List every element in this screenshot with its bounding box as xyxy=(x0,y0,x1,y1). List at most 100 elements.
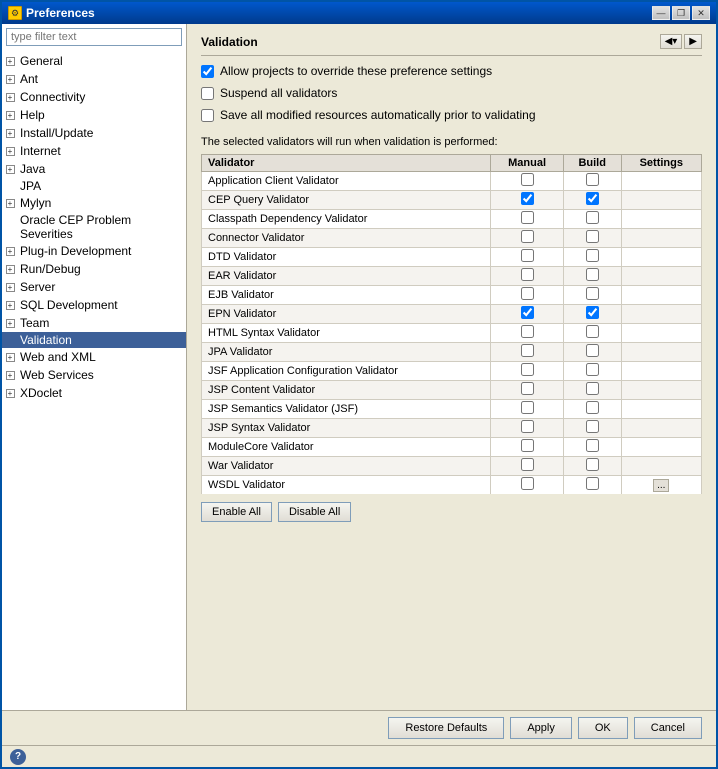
restore-button[interactable]: ❐ xyxy=(672,6,690,20)
sidebar-item-xdoclet[interactable]: + XDoclet xyxy=(2,384,186,402)
validator-build-cell xyxy=(563,172,621,191)
validator-manual-checkbox[interactable] xyxy=(521,401,534,414)
validator-settings-cell xyxy=(621,400,701,419)
apply-button[interactable]: Apply xyxy=(510,717,572,739)
validator-manual-checkbox[interactable] xyxy=(521,306,534,319)
validator-build-checkbox[interactable] xyxy=(586,458,599,471)
sidebar-item-general[interactable]: + General xyxy=(2,52,186,70)
ok-button[interactable]: OK xyxy=(578,717,628,739)
table-row: EJB Validator xyxy=(202,286,702,305)
sidebar-item-oracle-cep[interactable]: Oracle CEP Problem Severities xyxy=(2,212,186,242)
validator-build-checkbox[interactable] xyxy=(586,363,599,376)
validator-build-cell xyxy=(563,457,621,476)
sidebar-item-team[interactable]: + Team xyxy=(2,314,186,332)
validator-manual-checkbox[interactable] xyxy=(521,192,534,205)
validator-manual-checkbox[interactable] xyxy=(521,268,534,281)
sidebar-item-server[interactable]: + Server xyxy=(2,278,186,296)
col-header-build: Build xyxy=(563,155,621,172)
validator-manual-checkbox[interactable] xyxy=(521,477,534,490)
validator-manual-cell xyxy=(491,457,564,476)
validator-build-checkbox[interactable] xyxy=(586,287,599,300)
validator-settings-cell xyxy=(621,248,701,267)
sidebar-item-run-debug[interactable]: + Run/Debug xyxy=(2,260,186,278)
validator-build-cell xyxy=(563,362,621,381)
restore-defaults-button[interactable]: Restore Defaults xyxy=(388,717,504,739)
validator-settings-cell xyxy=(621,343,701,362)
validator-manual-checkbox[interactable] xyxy=(521,230,534,243)
enable-all-button[interactable]: Enable All xyxy=(201,502,272,522)
col-header-settings: Settings xyxy=(621,155,701,172)
validator-build-checkbox[interactable] xyxy=(586,268,599,281)
validator-build-checkbox[interactable] xyxy=(586,344,599,357)
sidebar-item-jpa[interactable]: JPA xyxy=(2,178,186,194)
back-button[interactable]: ◀▾ xyxy=(660,34,683,49)
sidebar-item-help[interactable]: + Help xyxy=(2,106,186,124)
sidebar-item-sql-dev[interactable]: + SQL Development xyxy=(2,296,186,314)
validator-build-checkbox[interactable] xyxy=(586,325,599,338)
sidebar-item-validation[interactable]: Validation xyxy=(2,332,186,348)
validator-manual-cell xyxy=(491,400,564,419)
sidebar-item-install-update[interactable]: + Install/Update xyxy=(2,124,186,142)
minimize-button[interactable]: — xyxy=(652,6,670,20)
validator-manual-checkbox[interactable] xyxy=(521,458,534,471)
validator-name: War Validator xyxy=(202,457,491,476)
validator-settings-cell xyxy=(621,172,701,191)
validator-build-checkbox[interactable] xyxy=(586,230,599,243)
table-row: Connector Validator xyxy=(202,229,702,248)
validator-manual-checkbox[interactable] xyxy=(521,382,534,395)
forward-button[interactable]: ▶ xyxy=(684,34,702,49)
validator-table-scroll[interactable]: Validator Manual Build Settings Applicat… xyxy=(201,154,702,494)
disable-all-button[interactable]: Disable All xyxy=(278,502,351,522)
validator-build-checkbox[interactable] xyxy=(586,439,599,452)
col-header-validator: Validator xyxy=(202,155,491,172)
validator-settings-cell xyxy=(621,229,701,248)
sidebar-item-web-services[interactable]: + Web Services xyxy=(2,366,186,384)
validator-build-checkbox[interactable] xyxy=(586,249,599,262)
validator-manual-checkbox[interactable] xyxy=(521,325,534,338)
table-row: WSDL Validator... xyxy=(202,476,702,495)
sidebar-item-ant[interactable]: + Ant xyxy=(2,70,186,88)
validator-name: EPN Validator xyxy=(202,305,491,324)
sidebar-item-java[interactable]: + Java xyxy=(2,160,186,178)
enable-disable-row: Enable All Disable All xyxy=(201,502,702,522)
suspend-validators-checkbox[interactable] xyxy=(201,87,214,100)
cancel-button[interactable]: Cancel xyxy=(634,717,702,739)
validator-manual-checkbox[interactable] xyxy=(521,363,534,376)
allow-override-label: Allow projects to override these prefere… xyxy=(220,64,492,78)
validator-build-checkbox[interactable] xyxy=(586,477,599,490)
sidebar-item-plugin-dev[interactable]: + Plug-in Development xyxy=(2,242,186,260)
validator-build-checkbox[interactable] xyxy=(586,401,599,414)
validator-build-cell xyxy=(563,419,621,438)
validator-build-cell xyxy=(563,438,621,457)
filter-input[interactable] xyxy=(6,28,182,46)
save-modified-checkbox[interactable] xyxy=(201,109,214,122)
allow-override-checkbox[interactable] xyxy=(201,65,214,78)
validator-name: EAR Validator xyxy=(202,267,491,286)
close-button[interactable]: ✕ xyxy=(692,6,710,20)
validator-build-checkbox[interactable] xyxy=(586,420,599,433)
preferences-window: ⚙ Preferences — ❐ ✕ + General + Ant xyxy=(0,0,718,769)
validator-build-checkbox[interactable] xyxy=(586,211,599,224)
table-row: CEP Query Validator xyxy=(202,191,702,210)
validator-settings-button[interactable]: ... xyxy=(653,479,669,492)
validator-build-checkbox[interactable] xyxy=(586,192,599,205)
validator-build-checkbox[interactable] xyxy=(586,382,599,395)
sidebar-item-mylyn[interactable]: + Mylyn xyxy=(2,194,186,212)
help-icon[interactable]: ? xyxy=(10,749,26,765)
validator-manual-checkbox[interactable] xyxy=(521,420,534,433)
validator-build-checkbox[interactable] xyxy=(586,173,599,186)
page-title: Validation xyxy=(201,35,258,49)
validator-manual-checkbox[interactable] xyxy=(521,249,534,262)
validator-manual-checkbox[interactable] xyxy=(521,173,534,186)
table-row: Classpath Dependency Validator xyxy=(202,210,702,229)
sidebar-item-connectivity[interactable]: + Connectivity xyxy=(2,88,186,106)
validator-manual-checkbox[interactable] xyxy=(521,439,534,452)
validator-manual-checkbox[interactable] xyxy=(521,287,534,300)
validator-build-cell xyxy=(563,381,621,400)
sidebar-item-internet[interactable]: + Internet xyxy=(2,142,186,160)
validator-manual-checkbox[interactable] xyxy=(521,211,534,224)
validator-build-checkbox[interactable] xyxy=(586,306,599,319)
title-bar: ⚙ Preferences — ❐ ✕ xyxy=(2,2,716,24)
sidebar-item-web-xml[interactable]: + Web and XML xyxy=(2,348,186,366)
validator-manual-checkbox[interactable] xyxy=(521,344,534,357)
